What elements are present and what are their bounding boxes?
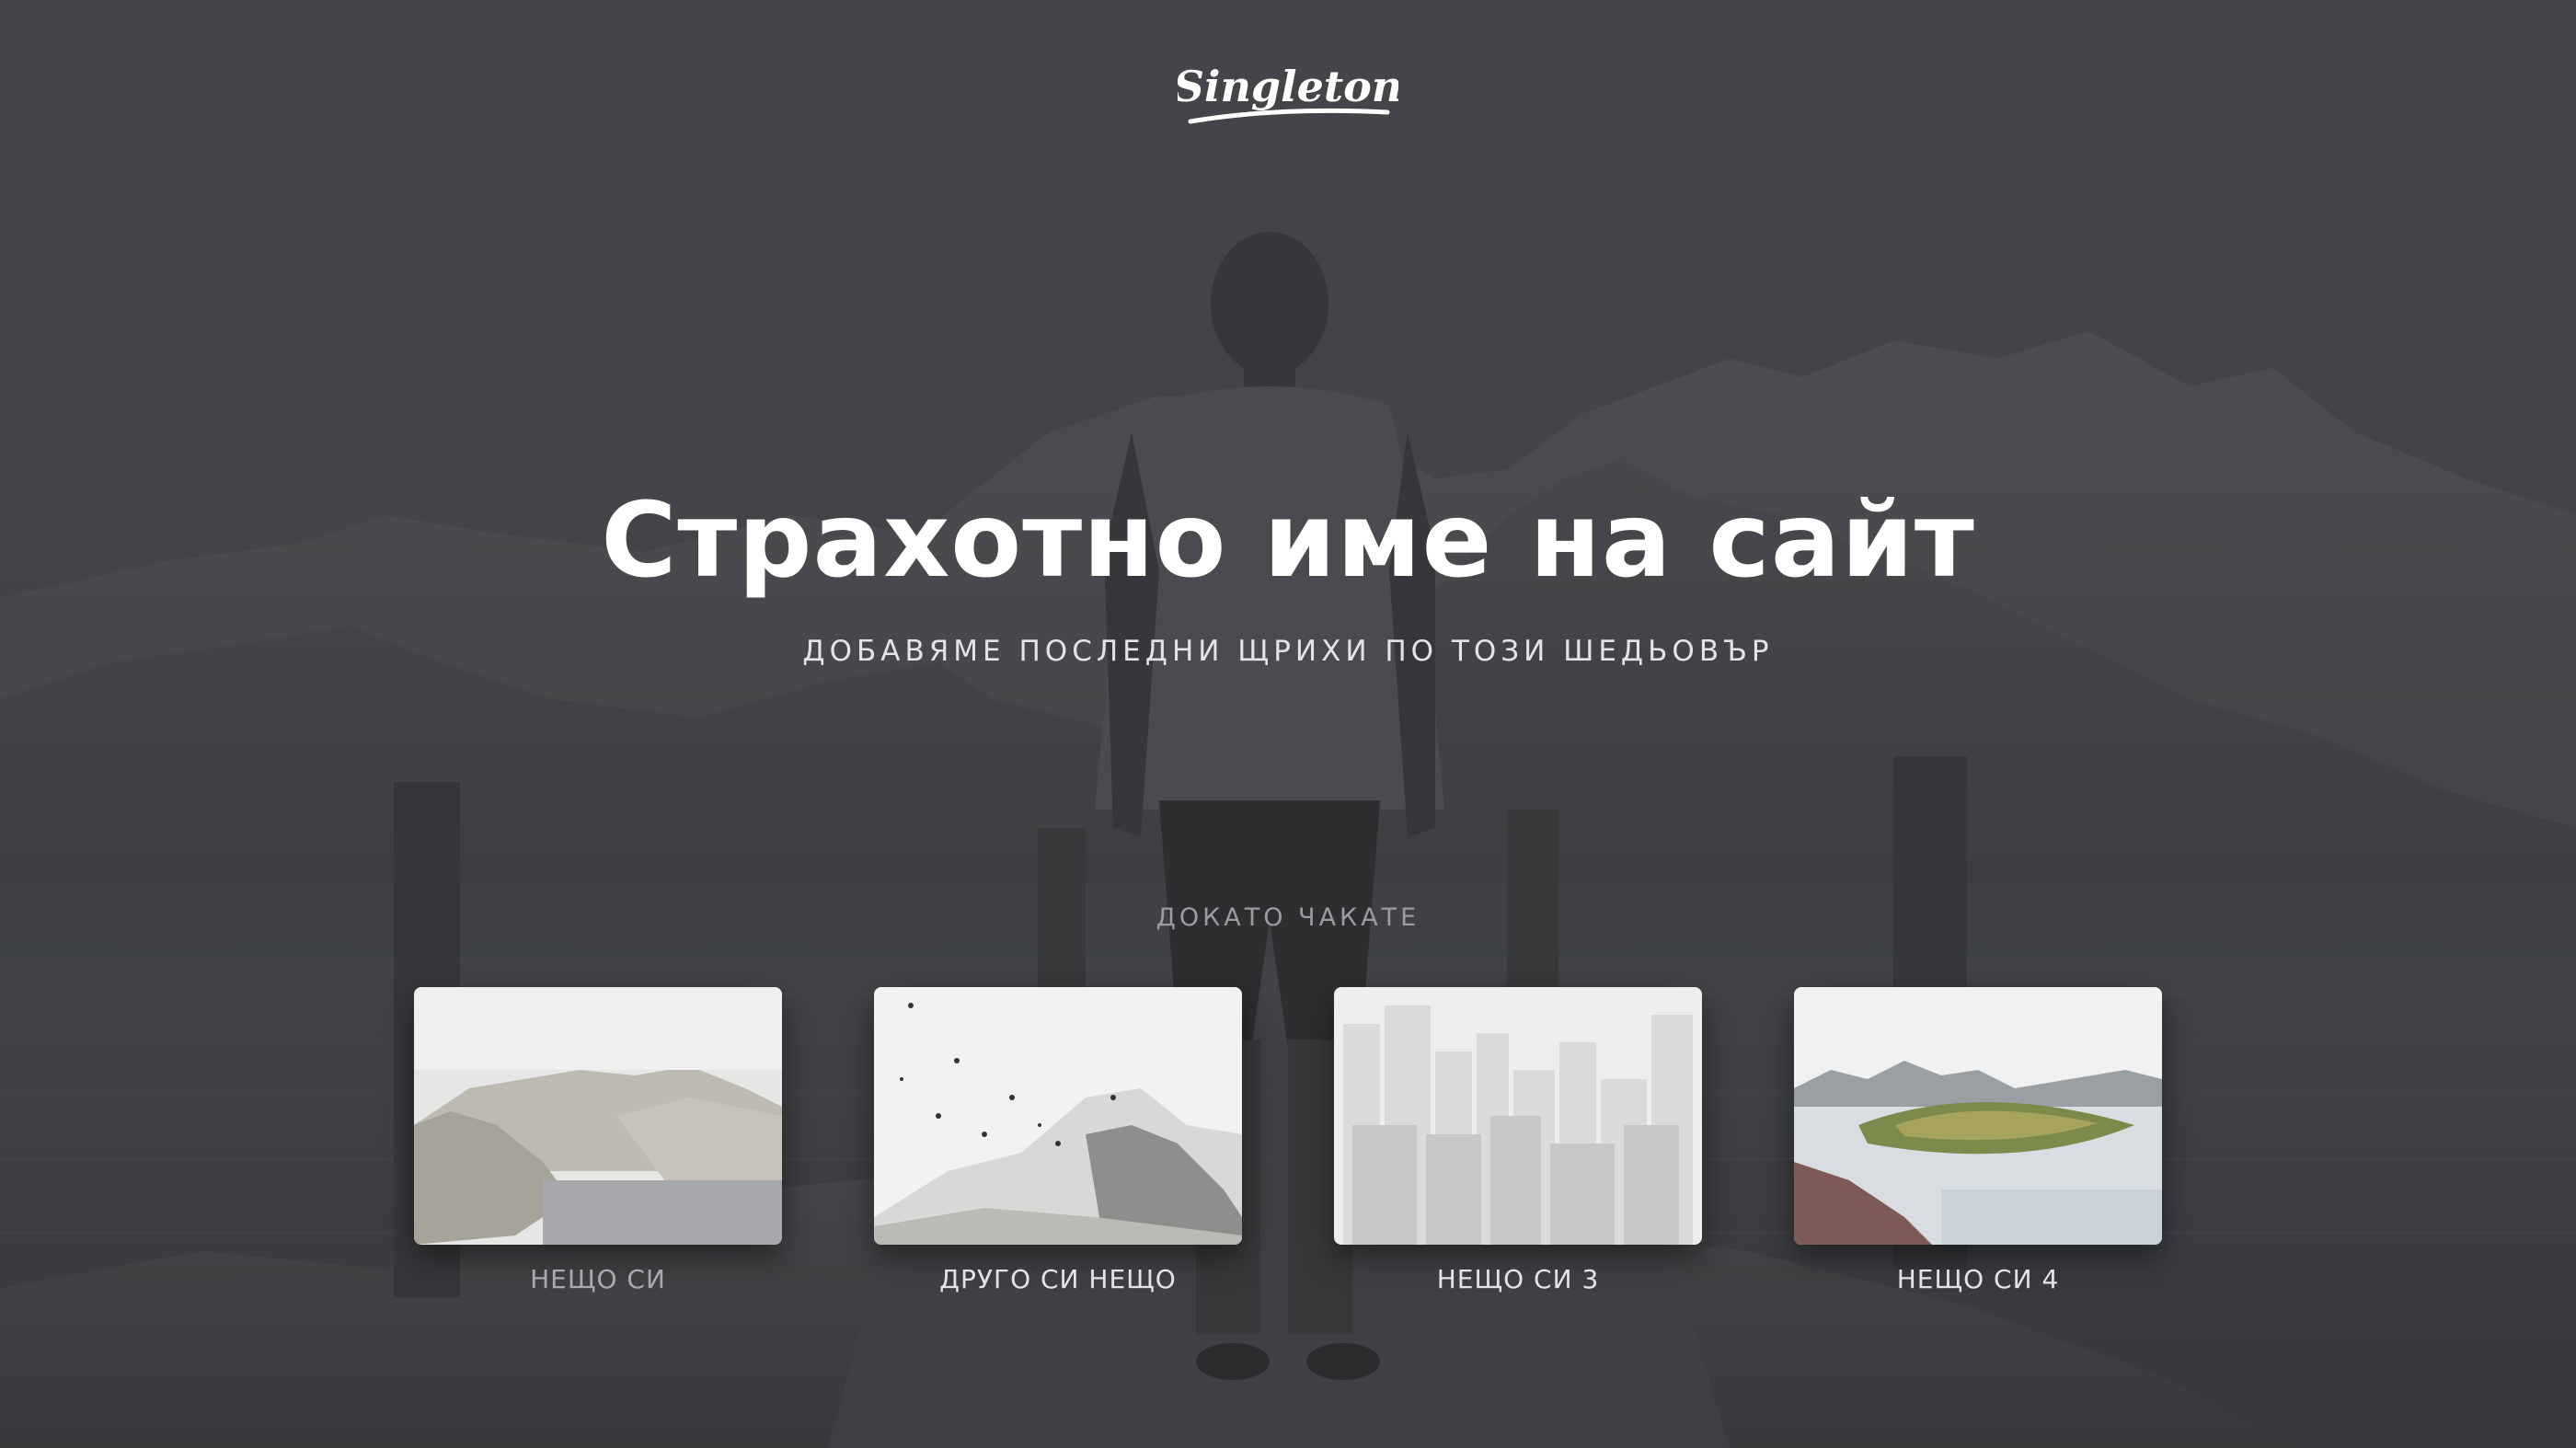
link-card-3-label[interactable]: НЕЩО СИ 3 <box>1334 1263 1702 1296</box>
link-card-3[interactable]: НЕЩО СИ 3 <box>1334 987 1702 1296</box>
links-heading: ДОКАТО ЧАКАТЕ <box>1156 903 1420 932</box>
logo-text: Singleton <box>1178 62 1398 111</box>
background-photo <box>0 0 2576 1448</box>
link-card-2[interactable]: ДРУГО СИ НЕЩО <box>874 987 1242 1296</box>
hero-section: Singleton Страхотно име на сайт ДОБАВЯМЕ… <box>0 0 2576 1448</box>
logo-wordmark-icon: Singleton <box>1174 62 1402 124</box>
page-title: Страхотно име на сайт <box>601 481 1975 601</box>
singleton-logo[interactable]: Singleton <box>1174 57 1402 134</box>
link-card-4-thumbnail[interactable] <box>1794 987 2162 1245</box>
snowy-mountain-image <box>874 987 1242 1245</box>
coast-image <box>414 987 782 1245</box>
link-card-2-label[interactable]: ДРУГО СИ НЕЩО <box>874 1263 1242 1296</box>
city-image <box>1334 987 1702 1245</box>
link-card-1[interactable]: НЕЩО СИ <box>414 987 782 1296</box>
page-subtitle: ДОБАВЯМЕ ПОСЛЕДНИ ЩРИХИ ПО ТОЗИ ШЕДЬОВЪР <box>802 635 1774 668</box>
link-card-4-label[interactable]: НЕЩО СИ 4 <box>1794 1263 2162 1296</box>
link-card-1-label[interactable]: НЕЩО СИ <box>414 1263 782 1296</box>
link-card-4[interactable]: НЕЩО СИ 4 <box>1794 987 2162 1296</box>
island-lake-image <box>1794 987 2162 1245</box>
link-card-2-thumbnail[interactable] <box>874 987 1242 1245</box>
link-card-1-thumbnail[interactable] <box>414 987 782 1245</box>
link-card-3-thumbnail[interactable] <box>1334 987 1702 1245</box>
